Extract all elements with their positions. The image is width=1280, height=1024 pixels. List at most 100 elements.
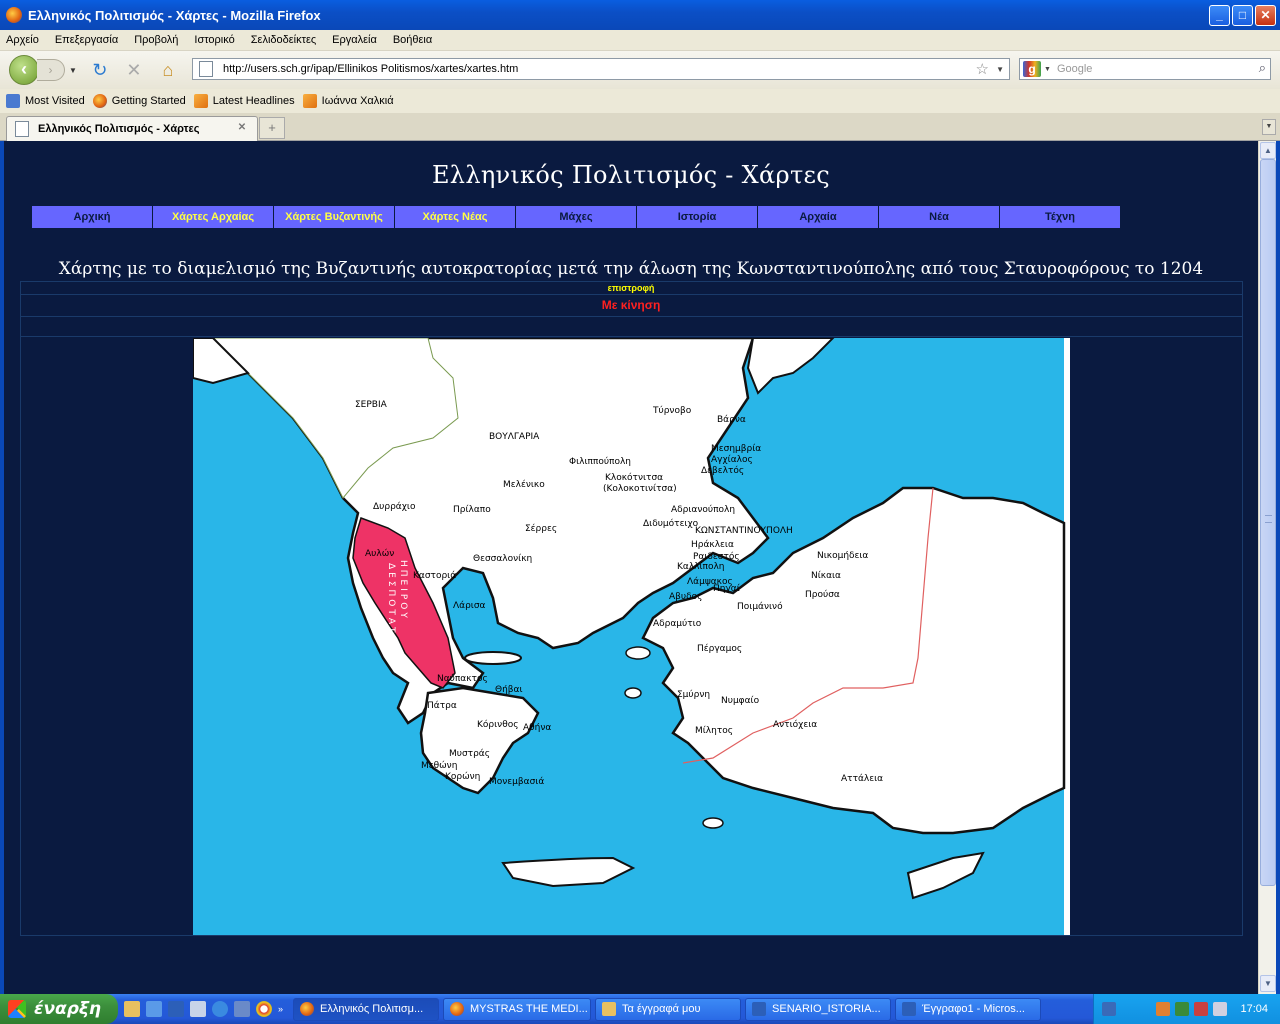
- scroll-down-icon[interactable]: ▼: [1260, 975, 1276, 992]
- map-label-kallipoli: Καλλίπολη: [677, 562, 725, 572]
- maximize-button[interactable]: □: [1232, 5, 1253, 26]
- chrome-icon[interactable]: [256, 1001, 272, 1017]
- folder-icon[interactable]: [124, 1001, 140, 1017]
- history-dropdown-icon[interactable]: ▼: [69, 66, 77, 75]
- new-tab-button[interactable]: +: [259, 117, 285, 139]
- quick-launch: [124, 1001, 272, 1017]
- map-label-serbia: ΣΕΡΒΙΑ: [355, 400, 388, 410]
- site-nav: Αρχική Χάρτες Αρχαίας Χάρτες Βυζαντινής …: [32, 206, 1121, 228]
- shield-icon[interactable]: [1194, 1002, 1208, 1016]
- search-input[interactable]: Google: [1057, 63, 1092, 75]
- nav-modern-maps[interactable]: Χάρτες Νέας: [395, 206, 516, 228]
- most-visited-icon: [6, 94, 20, 108]
- map-label-korinthos: Κόρινθος: [477, 719, 519, 730]
- nav-battles[interactable]: Μάχες: [516, 206, 637, 228]
- map-label-adramytio: Αδραμύτιο: [653, 618, 702, 629]
- word-icon: [902, 1002, 917, 1016]
- task-senario[interactable]: SENARIO_ISTORIA...: [745, 997, 892, 1021]
- ie-icon[interactable]: [212, 1001, 228, 1017]
- menu-edit[interactable]: Επεξεργασία: [55, 34, 118, 46]
- menu-view[interactable]: Προβολή: [134, 34, 178, 46]
- search-bar[interactable]: g ▼ Google ⌕: [1019, 58, 1271, 80]
- scrollbar-thumb[interactable]: [1260, 159, 1276, 886]
- map-label-mesembria: Μεσημβρία: [711, 444, 761, 454]
- despotato-label: ΔΕΣΠΟΤΑΤΟ: [386, 563, 396, 646]
- nav-history[interactable]: Ιστορία: [637, 206, 758, 228]
- url-dropdown-icon[interactable]: ▼: [996, 65, 1004, 74]
- desktop-icon[interactable]: [146, 1001, 162, 1017]
- task-document1[interactable]: Έγγραφο1 - Micros...: [895, 997, 1042, 1021]
- close-button[interactable]: ✕: [1255, 5, 1276, 26]
- volume-icon[interactable]: [1213, 1002, 1227, 1016]
- map-label-poimanino: Ποιμάνινό: [737, 601, 783, 612]
- map-label-didymoteicho: Διδυμότειχο: [643, 518, 699, 529]
- home-icon[interactable]: ⌂: [156, 60, 180, 81]
- minimize-button[interactable]: _: [1209, 5, 1230, 26]
- tab-list-icon[interactable]: ▼: [1262, 119, 1276, 135]
- nav-home[interactable]: Αρχική: [32, 206, 153, 228]
- menu-file[interactable]: Αρχείο: [6, 34, 39, 46]
- network-icon[interactable]: [1102, 1002, 1116, 1016]
- forward-button[interactable]: ›: [37, 59, 65, 81]
- url-bar[interactable]: http://users.sch.gr/ipap/Ellinikos Polit…: [192, 58, 1010, 80]
- bookmark-most-visited[interactable]: Most Visited: [6, 94, 85, 108]
- search-engine-dropdown-icon[interactable]: ▼: [1044, 66, 1051, 73]
- map-label-philippopolis: Φιλιππούπολη: [569, 456, 631, 467]
- task-mystras[interactable]: MYSTRAS THE MEDI...: [443, 997, 592, 1021]
- tab-current[interactable]: Ελληνικός Πολιτισμός - Χάρτες ✕: [6, 116, 258, 141]
- map-label-patra: Πάτρα: [427, 701, 457, 711]
- tray-app-icon[interactable]: [1175, 1002, 1189, 1016]
- firefox-icon: [6, 7, 22, 23]
- task-label: MYSTRAS THE MEDI...: [470, 1003, 588, 1015]
- tray-app-icon[interactable]: [1156, 1002, 1170, 1016]
- window-title: Ελληνικός Πολιτισμός - Χάρτες - Mozilla …: [28, 7, 321, 23]
- vertical-scrollbar[interactable]: ▲ ▼: [1258, 141, 1276, 994]
- navigation-toolbar: ‹ › ▼ ↻ ✕ ⌂ http://users.sch.gr/ipap/Ell…: [0, 51, 1280, 89]
- map-label-koroni: Κορώνη: [445, 771, 480, 782]
- map-label-nikaia: Νίκαια: [811, 571, 841, 581]
- close-tab-icon[interactable]: ✕: [235, 121, 249, 135]
- google-icon[interactable]: g: [1023, 61, 1041, 77]
- map-label-militos: Μίλητος: [695, 726, 733, 736]
- nav-byzantine-maps[interactable]: Χάρτες Βυζαντινής: [274, 206, 395, 228]
- word-icon: [752, 1002, 767, 1016]
- page-viewport: Ελληνικός Πολιτισμός - Χάρτες Αρχική Χάρ…: [4, 141, 1258, 994]
- map-label-serres: Σέρρες: [525, 523, 557, 534]
- menu-bookmarks[interactable]: Σελιδοδείκτες: [251, 34, 316, 46]
- menu-help[interactable]: Βοήθεια: [393, 34, 432, 46]
- start-button[interactable]: έναρξη: [0, 994, 118, 1024]
- url-text[interactable]: http://users.sch.gr/ipap/Ellinikos Polit…: [223, 63, 518, 75]
- bookmark-latest-headlines[interactable]: Latest Headlines: [193, 94, 295, 108]
- reload-icon[interactable]: ↻: [88, 60, 112, 81]
- scroll-up-icon[interactable]: ▲: [1260, 142, 1276, 159]
- search-icon[interactable]: ⌕: [1259, 60, 1266, 76]
- menu-tools[interactable]: Εργαλεία: [332, 34, 377, 46]
- nav-ancient[interactable]: Αρχαία: [758, 206, 879, 228]
- quick-launch-expand-icon[interactable]: »: [278, 1004, 283, 1014]
- bookmark-getting-started[interactable]: Getting Started: [92, 94, 186, 108]
- nav-art[interactable]: Τέχνη: [1000, 206, 1121, 228]
- window-titlebar: Ελληνικός Πολιτισμός - Χάρτες - Mozilla …: [0, 0, 1280, 30]
- bookmark-star-icon[interactable]: ☆: [976, 60, 989, 78]
- word-icon[interactable]: [168, 1001, 184, 1017]
- task-my-documents[interactable]: Τα έγγραφά μου: [595, 997, 742, 1021]
- map-label-raidestos: Ραιδεστός: [693, 551, 740, 562]
- nav-ancient-maps[interactable]: Χάρτες Αρχαίας: [153, 206, 274, 228]
- animated-map-link[interactable]: Με κίνηση: [4, 298, 1258, 312]
- nav-modern[interactable]: Νέα: [879, 206, 1000, 228]
- stop-icon[interactable]: ✕: [122, 60, 146, 81]
- bookmark-label: Ιωάννα Χαλκιά: [321, 95, 394, 107]
- documents-icon[interactable]: [190, 1001, 206, 1017]
- menu-history[interactable]: Ιστορικό: [194, 34, 234, 46]
- map-label-mystras: Μυστράς: [449, 749, 490, 759]
- firefox-icon: [300, 1002, 315, 1016]
- media-icon[interactable]: [234, 1001, 250, 1017]
- clock[interactable]: 17:04: [1240, 1003, 1268, 1015]
- back-button[interactable]: ‹: [9, 55, 39, 85]
- task-label: Τα έγγραφά μου: [622, 1003, 701, 1015]
- map-label-prousa: Προύσα: [805, 589, 840, 600]
- task-firefox[interactable]: Ελληνικός Πολιτισμ...: [293, 997, 440, 1021]
- map-label-kolokotinitsa: (Κολοκοτινίτσα): [603, 484, 677, 494]
- bookmark-ioanna[interactable]: Ιωάννα Χαλκιά: [302, 94, 394, 108]
- back-link[interactable]: επιστροφή: [4, 283, 1258, 293]
